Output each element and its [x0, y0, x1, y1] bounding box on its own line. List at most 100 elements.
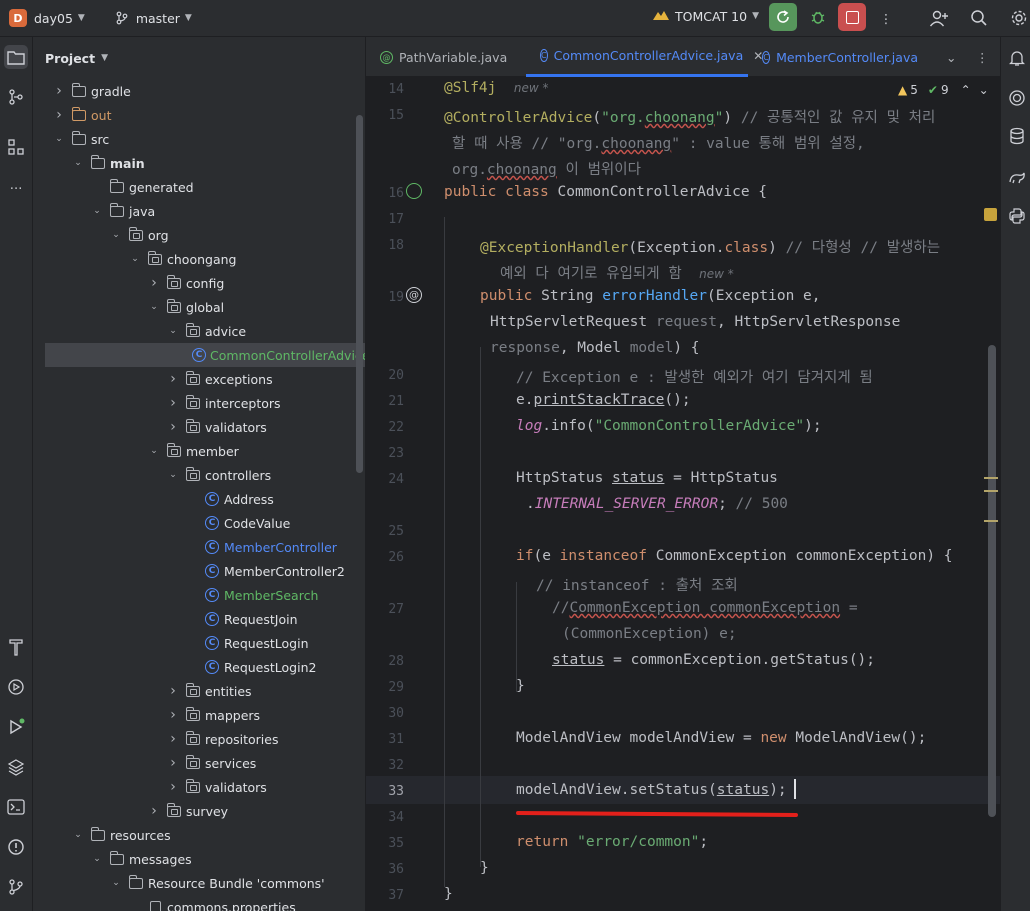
editor-scrollbar[interactable] [988, 345, 996, 817]
tree-item-advice[interactable]: ⌄ advice [167, 319, 246, 343]
chevron-right-icon[interactable]: › [167, 371, 179, 387]
chevron-down-icon[interactable]: ⌄ [110, 878, 122, 888]
tree-item-org[interactable]: ⌄ org [110, 223, 169, 247]
structure-icon[interactable] [4, 135, 28, 159]
tree-item-commoncontrolleradvice[interactable]: C CommonControllerAdvice [45, 343, 365, 367]
chevron-down-icon[interactable]: ⌄ [148, 302, 160, 312]
chevron-down-icon[interactable]: ⌄ [53, 134, 65, 144]
more-tools-icon[interactable]: ⋯ [4, 175, 28, 199]
tree-item-config[interactable]: › config [148, 271, 224, 295]
tree-item-java[interactable]: ⌄ java [91, 199, 155, 223]
tab-pathvariable[interactable]: @ PathVariable.java [366, 37, 526, 77]
tree-item-mappers[interactable]: › mappers [167, 703, 260, 727]
stop-button[interactable] [838, 3, 866, 31]
database-icon[interactable] [1006, 125, 1028, 147]
tree-item-main[interactable]: ⌄ main [72, 151, 145, 175]
chevron-down-icon[interactable]: ⌄ [91, 854, 103, 864]
project-name[interactable]: day05 [34, 11, 73, 26]
tree-item-validators[interactable]: › validators [167, 415, 267, 439]
rerun-button[interactable] [769, 3, 797, 31]
tree-item-choongang[interactable]: ⌄ choongang [129, 247, 236, 271]
warning-marker[interactable] [984, 208, 997, 221]
chevron-down-icon[interactable]: ⌄ [72, 158, 84, 168]
commit-icon[interactable] [4, 85, 28, 109]
layers-icon[interactable] [4, 755, 28, 779]
tree-item-global[interactable]: ⌄ global [148, 295, 224, 319]
tree-item-membercontroller2[interactable]: C MemberController2 [186, 559, 345, 583]
python-console-icon[interactable] [1006, 205, 1028, 227]
tree-item-commons-properties[interactable]: commons.properties [129, 895, 296, 911]
tree-item-out[interactable]: › out [53, 103, 111, 127]
more-icon[interactable]: ⋮ [875, 7, 897, 29]
inspection-widget[interactable]: ▲ 5 ✔ 9 ⌃ ⌄ [898, 83, 989, 97]
tree-item-requestjoin[interactable]: C RequestJoin [186, 607, 298, 631]
tree-item-codevalue[interactable]: C CodeValue [186, 511, 290, 535]
chevron-up-icon[interactable]: ⌃ [961, 83, 971, 97]
add-user-icon[interactable] [928, 7, 950, 29]
chevron-down-icon[interactable]: ▼ [185, 13, 192, 23]
gear-icon[interactable] [1008, 7, 1030, 29]
tree-item-repositories[interactable]: › repositories [167, 727, 279, 751]
tab-list-chevron-icon[interactable]: ⌄ [938, 37, 968, 77]
notifications-icon[interactable] [1006, 47, 1028, 69]
chevron-down-icon[interactable]: ▼ [78, 13, 85, 23]
services-icon[interactable] [4, 675, 28, 699]
tab-commoncontrolleradvice[interactable]: C CommonControllerAdvice.java ✕ [526, 37, 763, 77]
project-scrollbar[interactable] [356, 115, 363, 473]
debug-button[interactable] [804, 3, 832, 31]
tree-item-survey[interactable]: › survey [148, 799, 228, 823]
tree-item-membersearch[interactable]: C MemberSearch [186, 583, 318, 607]
tree-item-exceptions[interactable]: › exceptions [167, 367, 273, 391]
tree-item-member[interactable]: ⌄ member [148, 439, 239, 463]
git-icon[interactable] [4, 875, 28, 899]
chevron-right-icon[interactable]: › [167, 395, 179, 411]
branch-name[interactable]: master [136, 11, 180, 26]
chevron-right-icon[interactable]: › [148, 275, 160, 291]
chevron-down-icon[interactable]: ⌄ [167, 470, 179, 480]
project-folder-icon[interactable] [4, 45, 28, 69]
tab-more-icon[interactable]: ⋮ [968, 37, 998, 77]
project-badge[interactable]: D [9, 9, 27, 27]
tree-item-messages[interactable]: ⌄ messages [91, 847, 192, 871]
chevron-down-icon[interactable]: ⌄ [91, 206, 103, 216]
tree-item-controllers[interactable]: ⌄ controllers [167, 463, 271, 487]
project-panel-header[interactable]: Project ▼ [33, 37, 365, 79]
chevron-right-icon[interactable]: › [167, 707, 179, 723]
search-icon[interactable] [968, 7, 990, 29]
chevron-down-icon[interactable]: ▼ [752, 11, 759, 21]
chevron-down-icon[interactable]: ⌄ [129, 254, 141, 264]
chevron-down-icon[interactable]: ⌄ [148, 446, 160, 456]
build-hammer-icon[interactable] [4, 635, 28, 659]
chevron-right-icon[interactable]: › [53, 107, 65, 123]
terminal-icon[interactable] [4, 795, 28, 819]
tree-item-requestlogin[interactable]: C RequestLogin [186, 631, 309, 655]
tab-membercontroller[interactable]: C MemberController.java [748, 37, 918, 77]
chevron-down-icon[interactable]: ▼ [101, 53, 108, 63]
chevron-right-icon[interactable]: › [167, 755, 179, 771]
tree-item-membercontroller[interactable]: C MemberController [186, 535, 337, 559]
run-config-selector[interactable]: TOMCAT 10 ▼ [651, 8, 759, 24]
ai-assistant-icon[interactable] [1006, 87, 1028, 109]
tree-item-gradle[interactable]: › gradle [53, 79, 131, 103]
chevron-right-icon[interactable]: › [148, 803, 160, 819]
tree-item-generated[interactable]: generated [91, 175, 194, 199]
tree-item-services[interactable]: › services [167, 751, 256, 775]
chevron-right-icon[interactable]: › [53, 83, 65, 99]
chevron-down-icon[interactable]: ⌄ [110, 230, 122, 240]
chevron-right-icon[interactable]: › [167, 731, 179, 747]
tree-item-resource-bundle-commons[interactable]: ⌄ Resource Bundle 'commons' [110, 871, 325, 895]
chevron-right-icon[interactable]: › [167, 779, 179, 795]
chevron-down-icon[interactable]: ⌄ [167, 326, 179, 336]
code-editor[interactable]: ▲ 5 ✔ 9 ⌃ ⌄ 14 15 16 17 18 19 20 21 22 23 24 25 26 27 28… [366, 77, 1000, 911]
tree-item-resources[interactable]: ⌄ resources [72, 823, 171, 847]
problems-icon[interactable] [4, 835, 28, 859]
tree-item-address[interactable]: C Address [186, 487, 274, 511]
gradle-icon[interactable] [1006, 167, 1028, 189]
override-gutter-icon[interactable]: @ [406, 287, 422, 303]
tree-item-interceptors[interactable]: › interceptors [167, 391, 281, 415]
advice-gutter-icon[interactable] [406, 183, 422, 199]
run-icon[interactable] [4, 715, 28, 739]
tree-item-entities[interactable]: › entities [167, 679, 252, 703]
chevron-right-icon[interactable]: › [167, 683, 179, 699]
chevron-right-icon[interactable]: › [167, 419, 179, 435]
